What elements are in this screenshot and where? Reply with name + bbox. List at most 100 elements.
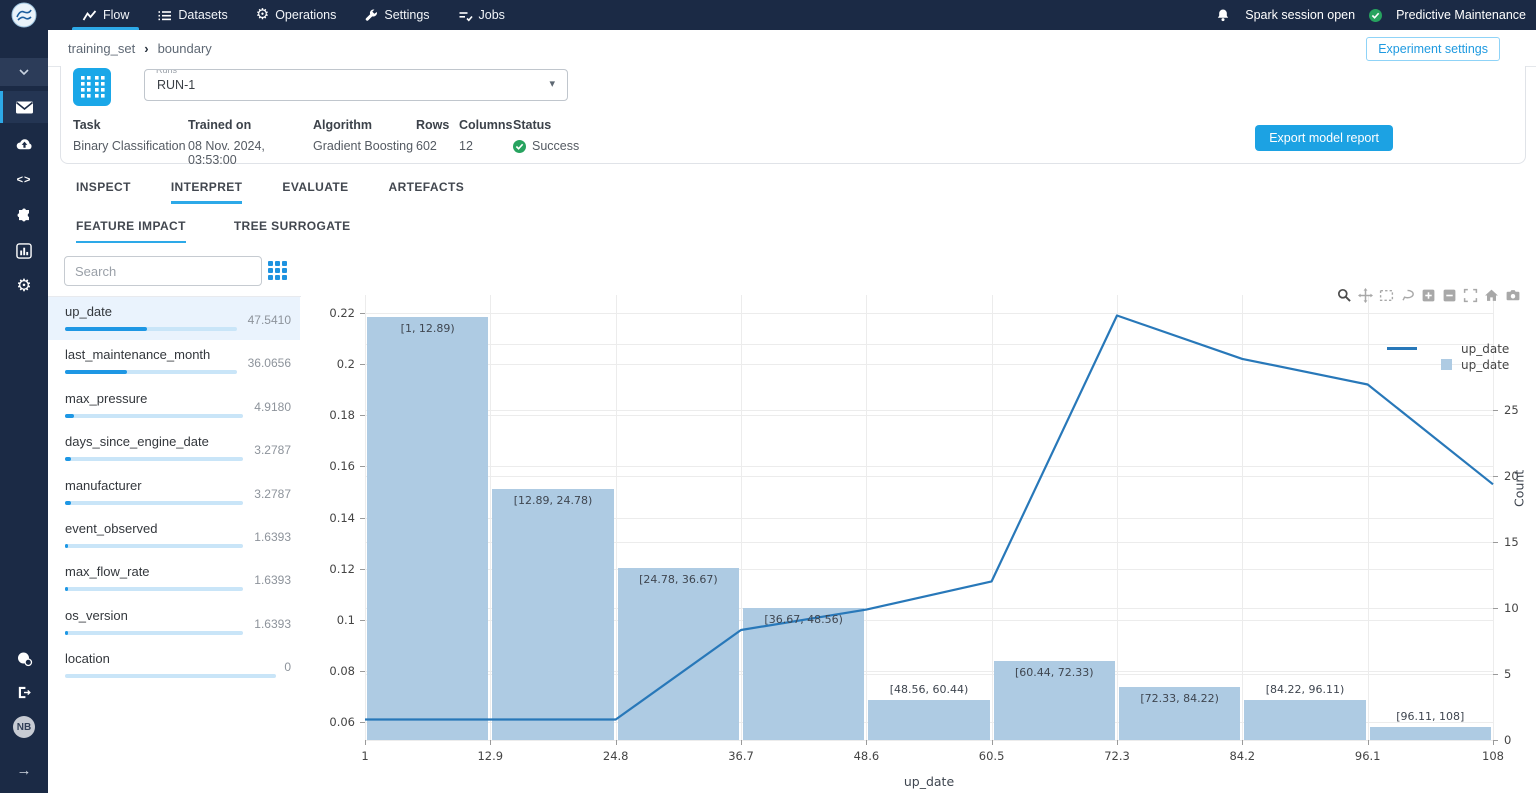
user-avatar[interactable]: NB [13, 716, 35, 738]
summary-field-status: Status Success [513, 118, 579, 167]
sidebar-item-code[interactable]: <> [0, 163, 48, 195]
gridline-v [616, 295, 617, 740]
tab-evaluate[interactable]: EVALUATE [282, 180, 348, 204]
sidebar-item-avatar[interactable]: NB [0, 711, 48, 743]
zoom-icon[interactable] [1337, 288, 1353, 303]
feature-impact-value: 3.2787 [254, 443, 291, 457]
y-tick-mark [360, 569, 365, 570]
histogram-bar[interactable] [492, 489, 613, 740]
y-tick-mark [360, 518, 365, 519]
feature-row-location[interactable]: location 0 [48, 644, 300, 687]
feature-row-max_pressure[interactable]: max_pressure 4.9180 [48, 384, 300, 427]
bell-icon[interactable] [1215, 7, 1231, 24]
histogram-bar[interactable] [367, 317, 488, 740]
x-tick-mark [490, 740, 491, 745]
bin-label: [1, 12.89) [401, 322, 455, 335]
feature-row-event_observed[interactable]: event_observed 1.6393 [48, 514, 300, 557]
subtab-tree-surrogate[interactable]: TREE SURROGATE [234, 219, 351, 243]
export-model-report-button[interactable]: Export model report [1255, 125, 1393, 151]
sidebar-item-expand-arrow[interactable]: → [0, 755, 48, 787]
legend-square-swatch [1441, 359, 1452, 370]
feature-row-manufacturer[interactable]: manufacturer 3.2787 [48, 471, 300, 514]
sidebar-item-chevron-down[interactable] [0, 58, 48, 86]
sub-tabs: FEATURE IMPACT TREE SURROGATE [76, 219, 351, 243]
summary-label: Rows [416, 118, 459, 132]
legend-item-line[interactable]: up_date [1385, 341, 1525, 356]
y-left-tick-label: 0.16 [301, 459, 355, 473]
run-summary-card: Runs RUN-1 ▾ Task Binary ClassificationT… [60, 66, 1526, 164]
histogram-bar[interactable] [868, 700, 989, 740]
x-tick-label: 72.3 [1104, 749, 1130, 763]
gridline-h [365, 466, 1493, 467]
feature-name: manufacturer [65, 478, 142, 493]
x-tick-label: 1 [361, 749, 368, 763]
nav-item-jobs[interactable]: Jobs [444, 0, 519, 30]
histogram-bar[interactable] [1244, 700, 1365, 740]
experiment-settings-button[interactable]: Experiment settings [1366, 37, 1500, 61]
sidebar-item-gear[interactable]: ⚙ [0, 271, 48, 303]
zoom-out-icon[interactable] [1442, 288, 1458, 303]
nav-item-operations[interactable]: ⚙Operations [242, 0, 351, 30]
tab-interpret[interactable]: INTERPRET [171, 180, 243, 204]
legend-item-bar[interactable]: up_date [1385, 357, 1525, 372]
nav-item-settings[interactable]: Settings [350, 0, 443, 30]
y-right-tick-label: 5 [1504, 667, 1511, 681]
legend-label: up_date [1461, 358, 1509, 372]
app-logo-icon[interactable] [11, 2, 37, 28]
summary-field-trained-on: Trained on 08 Nov. 2024, 03:53:00 [188, 118, 313, 167]
subtab-feature-impact[interactable]: FEATURE IMPACT [76, 219, 186, 243]
feature-row-last_maintenance_month[interactable]: last_maintenance_month 36.0656 [48, 340, 300, 383]
x-tick-label: 36.7 [728, 749, 754, 763]
gridline-v [866, 295, 867, 740]
sidebar-item-cloud-upload[interactable] [0, 127, 48, 159]
histogram-bar[interactable] [618, 568, 739, 740]
app-root: FlowDatasets⚙OperationsSettingsJobs Spar… [0, 0, 1536, 793]
reset-axes-icon[interactable] [1484, 288, 1500, 303]
feature-row-days_since_engine_date[interactable]: days_since_engine_date 3.2787 [48, 427, 300, 470]
summary-value: Gradient Boosting [313, 139, 416, 153]
badge-icon [16, 651, 33, 667]
x-tick-label: 96.1 [1355, 749, 1381, 763]
x-tick-label: 108 [1482, 749, 1504, 763]
histogram-bar[interactable] [1370, 727, 1491, 740]
gridline-v [741, 295, 742, 740]
tab-artefacts[interactable]: ARTEFACTS [389, 180, 465, 204]
histogram-bar[interactable] [743, 608, 864, 740]
run-select-dropdown[interactable]: Runs RUN-1 ▾ [144, 69, 568, 101]
sidebar-item-bar-chart[interactable] [0, 235, 48, 267]
nav-item-flow[interactable]: Flow [68, 0, 143, 30]
bin-label: [24.78, 36.67) [639, 573, 718, 586]
autoscale-icon[interactable] [1463, 288, 1479, 303]
y-left-tick-label: 0.18 [301, 408, 355, 422]
y-left-tick-label: 0.14 [301, 511, 355, 525]
gridline-v [992, 295, 993, 740]
sidebar-item-logout[interactable] [0, 676, 48, 708]
x-tick-label: 48.6 [854, 749, 880, 763]
feature-row-max_flow_rate[interactable]: max_flow_rate 1.6393 [48, 557, 300, 600]
chevron-down-icon [19, 69, 29, 75]
breadcrumb-parent[interactable]: training_set [68, 41, 135, 56]
grid-view-icon[interactable] [268, 261, 287, 280]
feature-row-up_date[interactable]: up_date 47.5410 [48, 297, 300, 340]
tab-inspect[interactable]: INSPECT [76, 180, 131, 204]
camera-icon[interactable] [1505, 288, 1521, 303]
logout-icon [16, 685, 32, 700]
nav-item-datasets[interactable]: Datasets [143, 0, 241, 30]
sidebar-item-puzzle[interactable] [0, 199, 48, 231]
sidebar-item-badge[interactable] [0, 643, 48, 675]
feature-name: max_flow_rate [65, 564, 150, 579]
lasso-icon[interactable] [1400, 288, 1416, 303]
gridline-h [365, 364, 1493, 365]
settings-icon [364, 8, 378, 22]
pan-icon[interactable] [1358, 288, 1374, 303]
sidebar-item-mail[interactable] [0, 91, 48, 123]
x-tick-mark [992, 740, 993, 745]
project-name[interactable]: Predictive Maintenance [1396, 8, 1526, 22]
y-left-tick-label: 0.22 [301, 306, 355, 320]
gridline-v [1117, 295, 1118, 740]
feature-row-os_version[interactable]: os_version 1.6393 [48, 601, 300, 644]
zoom-in-icon[interactable] [1421, 288, 1437, 303]
feature-name: event_observed [65, 521, 158, 536]
search-input[interactable] [64, 256, 262, 286]
box-select-icon[interactable] [1379, 288, 1395, 303]
